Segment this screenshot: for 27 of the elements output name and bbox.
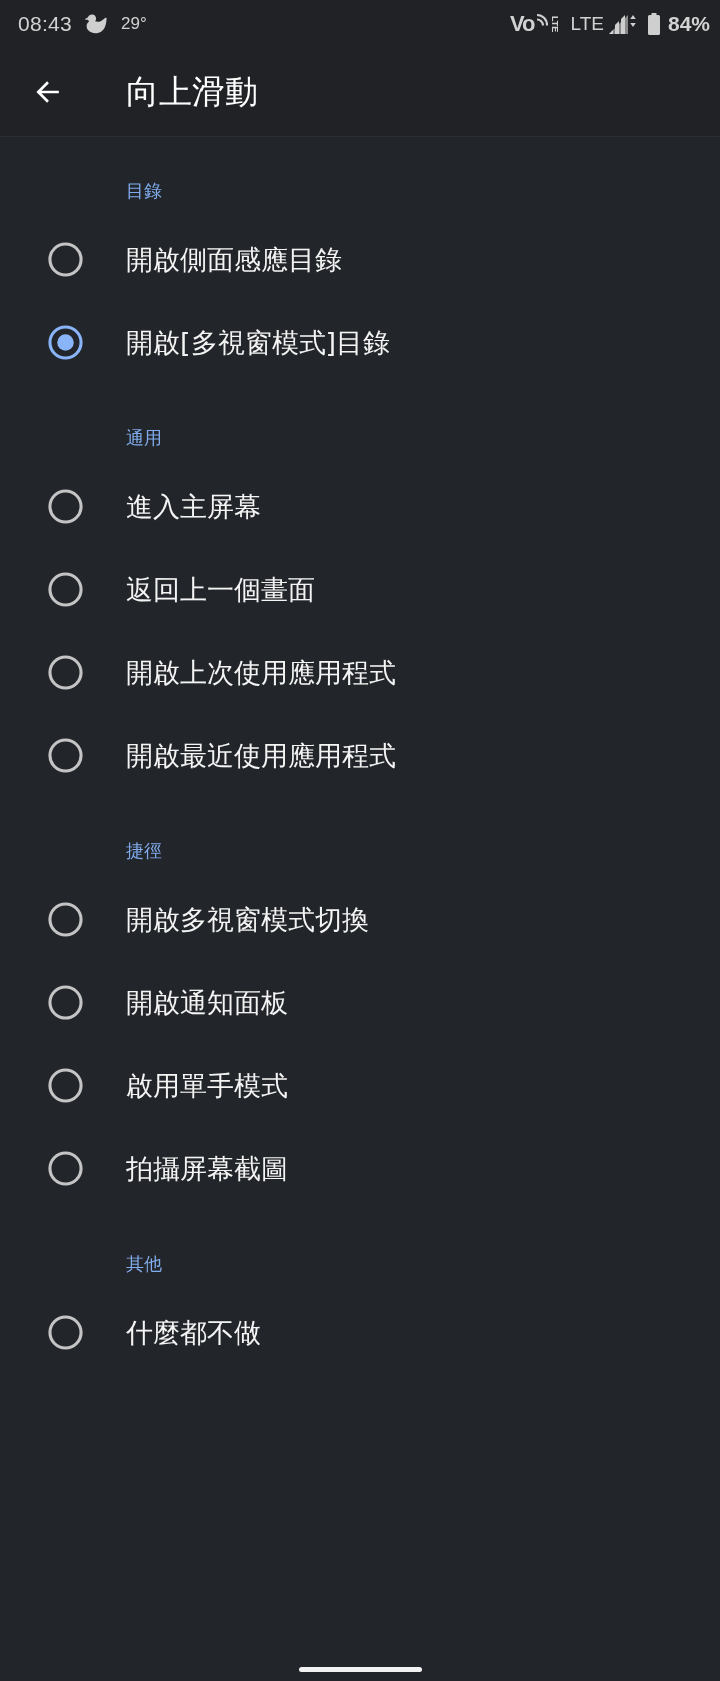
radio-option[interactable]: 啟用單手模式: [0, 1044, 720, 1127]
section-header: 通用: [126, 426, 162, 450]
radio-option[interactable]: 開啟通知面板: [0, 961, 720, 1044]
radio-option[interactable]: 開啟多視窗模式切換: [0, 878, 720, 961]
section-header: 捷徑: [126, 839, 162, 863]
lte-badge-label: LTE: [549, 15, 559, 33]
temperature-text: 29°: [121, 14, 147, 34]
battery-percent: 84%: [667, 12, 710, 36]
radio-option[interactable]: 什麼都不做: [0, 1291, 720, 1374]
section-header: 目錄: [126, 179, 162, 203]
status-time: 08:43: [18, 12, 73, 36]
duck-icon: [85, 13, 110, 35]
radio-option[interactable]: 開啟側面感應目錄: [0, 218, 720, 301]
wifi-arcs-icon: [534, 13, 548, 27]
radio-option[interactable]: 開啟[多視窗模式]目錄: [0, 301, 720, 384]
radio-option[interactable]: 進入主屏幕: [0, 465, 720, 548]
network-type: LTE: [570, 13, 604, 35]
back-arrow-icon: [35, 79, 61, 105]
page-title: 向上滑動: [126, 70, 258, 113]
vo-label: Vo: [510, 11, 535, 37]
radio-option[interactable]: 返回上一個畫面: [0, 548, 720, 631]
section-header: 其他: [126, 1252, 162, 1276]
radio-option[interactable]: 開啟上次使用應用程式: [0, 631, 720, 714]
radio-option[interactable]: 開啟最近使用應用程式: [0, 714, 720, 797]
radio-option[interactable]: 拍攝屏幕截圖: [0, 1127, 720, 1210]
signal-icon: [607, 14, 638, 34]
battery-icon: [647, 13, 660, 35]
